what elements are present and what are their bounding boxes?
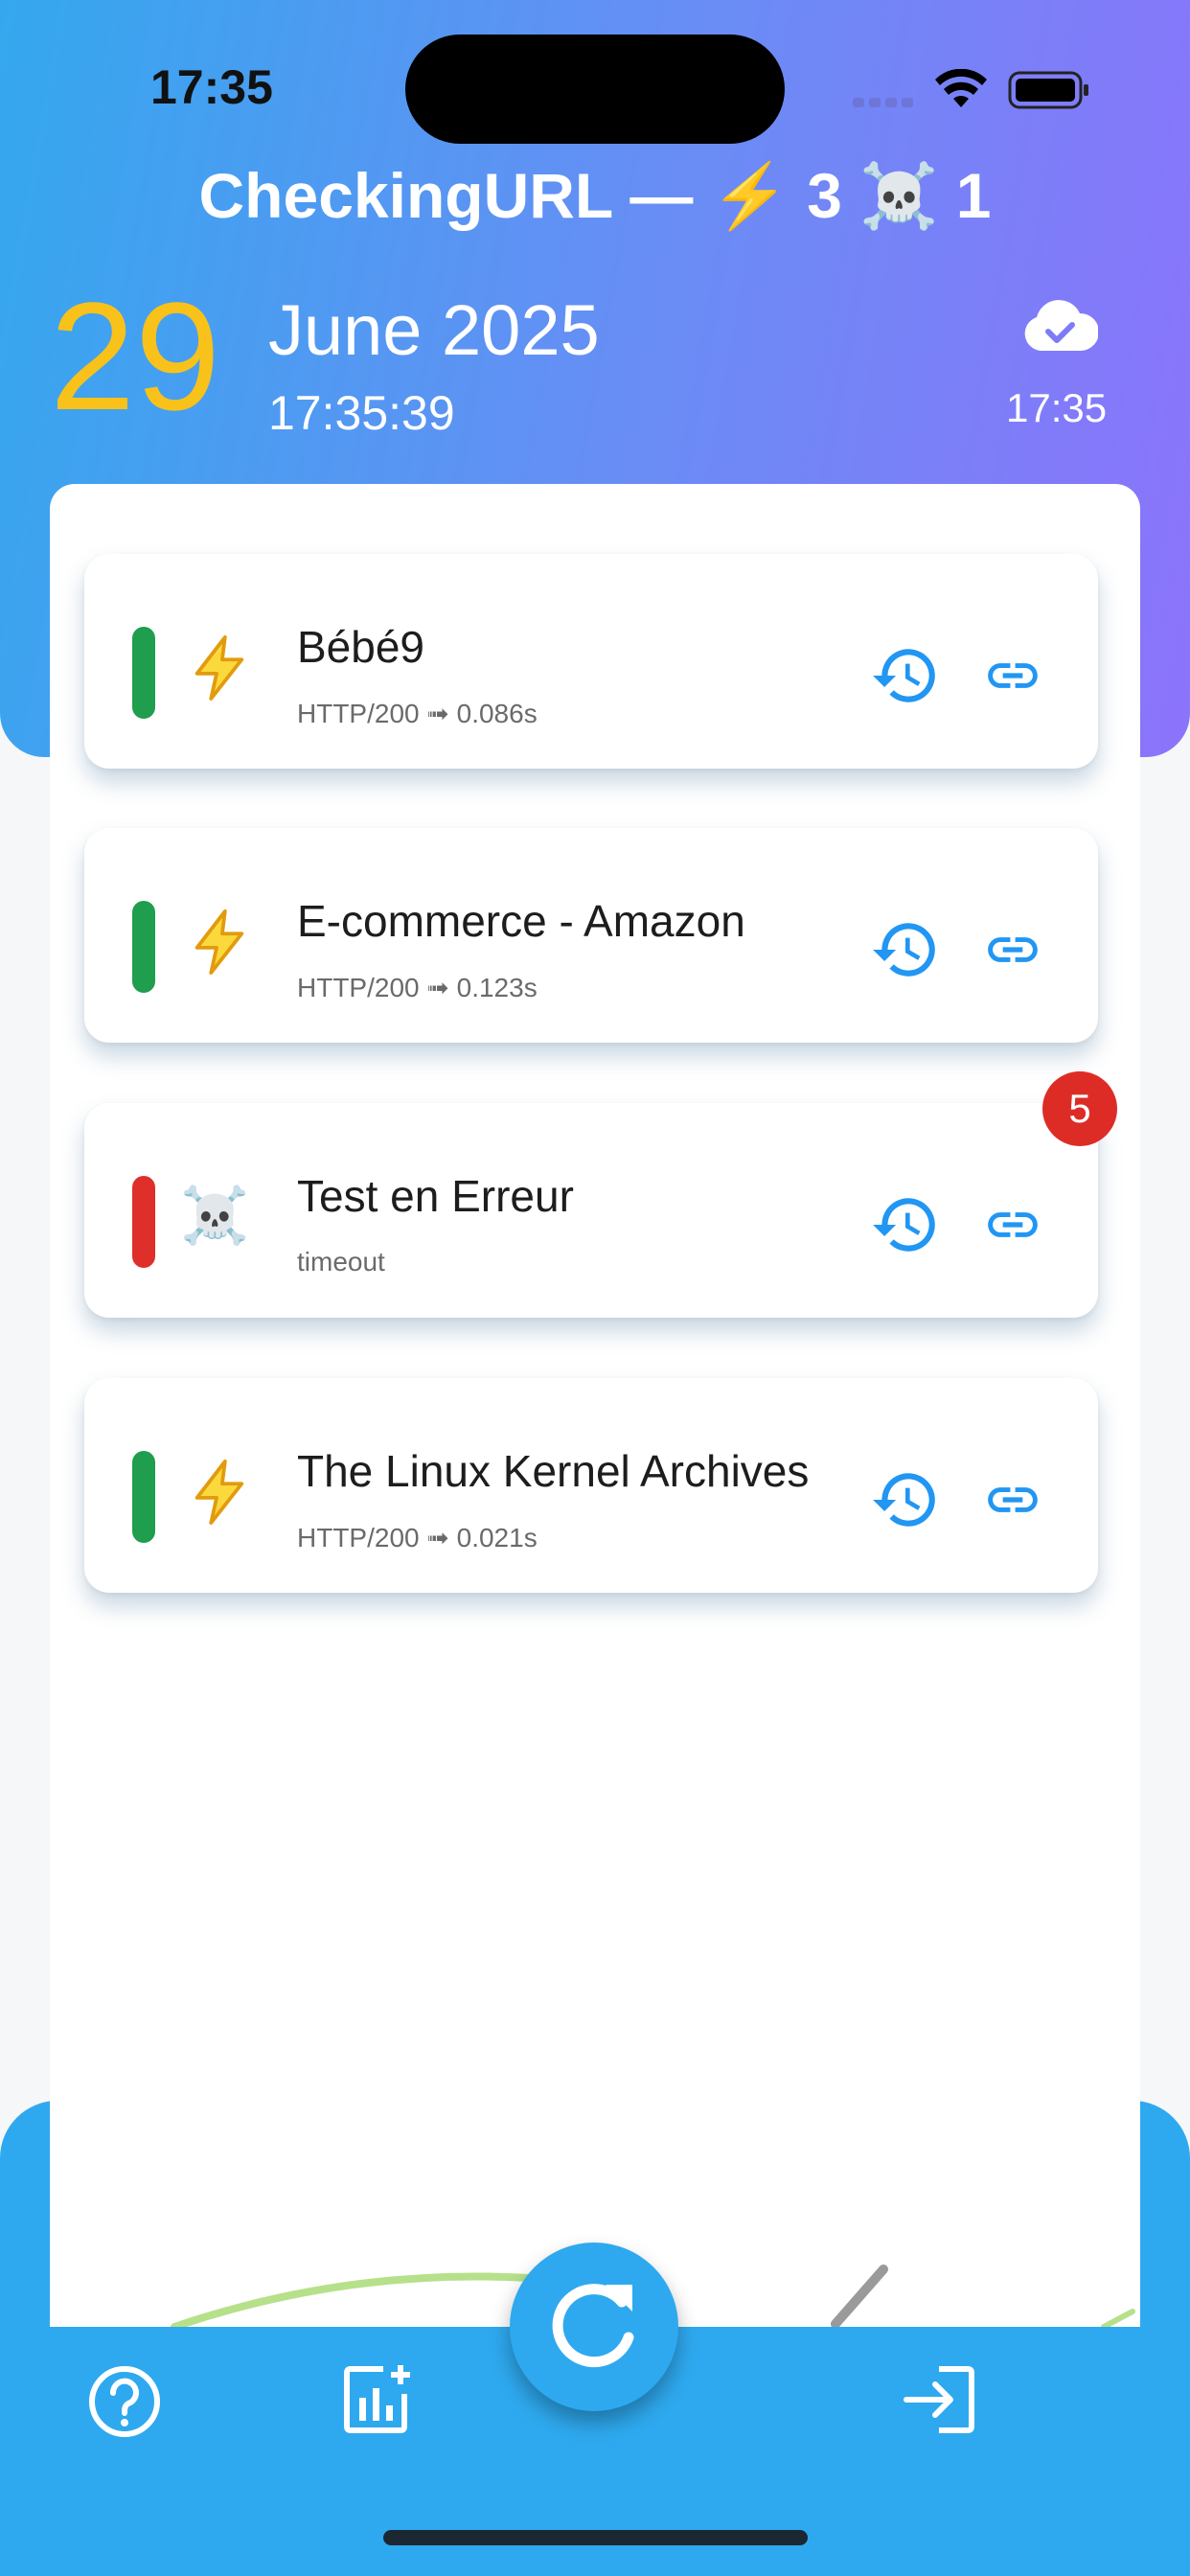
skull-icon: ☠️ [180, 1184, 250, 1247]
url-detail: HTTP/200 ➟ 0.086s [297, 699, 538, 728]
dynamic-island [405, 34, 785, 144]
status-indicator [132, 901, 155, 993]
link-icon[interactable] [979, 1470, 1046, 1530]
url-name: E-commerce - Amazon [297, 896, 745, 946]
history-icon[interactable] [870, 640, 941, 711]
history-icon[interactable] [870, 1189, 941, 1260]
month-year: June 2025 [268, 290, 600, 370]
help-icon[interactable] [86, 2363, 163, 2440]
link-icon[interactable] [979, 1195, 1046, 1254]
stats-add-icon[interactable] [341, 2363, 414, 2436]
url-name: The Linux Kernel Archives [297, 1446, 810, 1496]
last-sync-time: 17:35 [1006, 385, 1108, 430]
lightning-icon [186, 634, 253, 702]
app-title: CheckingURL — ⚡ 3 ☠️ 1 [198, 160, 992, 231]
status-indicator [132, 1176, 155, 1268]
url-card[interactable]: ☠️ Test en Erreur timeout [84, 1103, 1098, 1318]
url-detail: HTTP/200 ➟ 0.123s [297, 973, 538, 1002]
wifi-icon [935, 69, 987, 107]
refresh-button[interactable] [510, 2242, 678, 2411]
error-count-badge: 5 [1042, 1071, 1117, 1146]
url-detail: HTTP/200 ➟ 0.021s [297, 1523, 538, 1552]
history-icon[interactable] [870, 1464, 941, 1535]
url-detail: timeout [297, 1247, 385, 1276]
lightning-icon [186, 908, 253, 976]
url-name: Test en Erreur [297, 1171, 574, 1221]
history-icon[interactable] [870, 914, 941, 985]
url-card[interactable]: E-commerce - Amazon HTTP/200 ➟ 0.123s [84, 828, 1098, 1043]
url-card[interactable]: Bébé9 HTTP/200 ➟ 0.086s [84, 554, 1098, 769]
battery-icon [1008, 71, 1088, 109]
link-icon[interactable] [979, 646, 1046, 705]
cellular-signal-icon [853, 98, 913, 107]
refresh-icon [552, 2284, 634, 2368]
url-card[interactable]: The Linux Kernel Archives HTTP/200 ➟ 0.0… [84, 1378, 1098, 1593]
home-indicator [383, 2530, 808, 2545]
current-time: 17:35:39 [268, 386, 455, 440]
lightning-icon [186, 1459, 253, 1526]
cloud-check-icon [1024, 300, 1098, 351]
url-name: Bébé9 [297, 622, 425, 672]
day-number: 29 [50, 270, 220, 442]
link-icon[interactable] [979, 920, 1046, 979]
status-bar-time: 17:35 [150, 60, 273, 114]
logout-icon[interactable] [901, 2363, 977, 2436]
status-indicator [132, 627, 155, 719]
status-indicator [132, 1451, 155, 1543]
